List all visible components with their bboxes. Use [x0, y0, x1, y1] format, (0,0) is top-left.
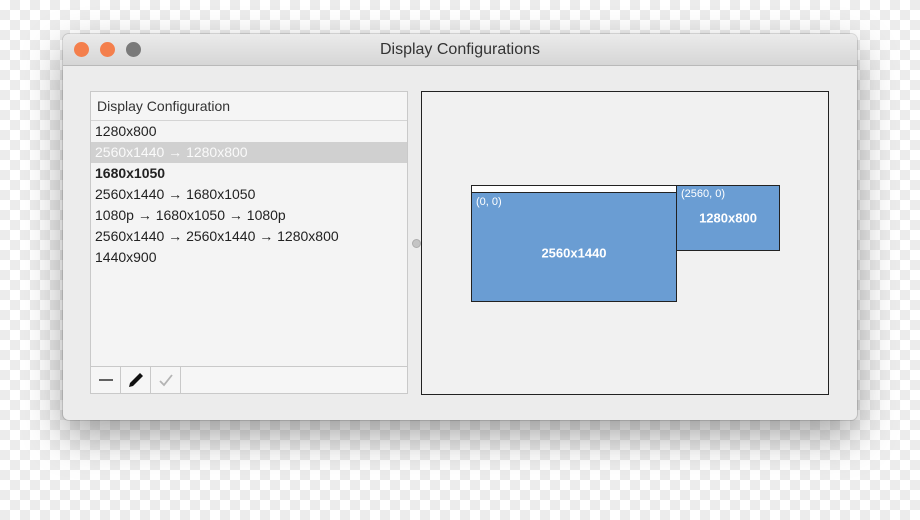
list-item[interactable]: 1440x900 [91, 247, 407, 268]
display-secondary[interactable]: (2560, 0) 1280x800 [676, 185, 780, 251]
menu-bar-indicator[interactable] [472, 186, 676, 193]
list-item[interactable]: 2560x1440 → 2560x1440 → 1280x800 [91, 226, 407, 247]
list-toolbar [91, 366, 407, 393]
display-origin: (2560, 0) [681, 188, 726, 200]
list-item[interactable]: 1280x800 [91, 121, 407, 142]
title-bar[interactable]: Display Configurations [63, 34, 857, 66]
display-origin: (0, 0) [476, 196, 502, 208]
display-configurations-window: Display Configurations Display Configura… [63, 34, 857, 420]
checkmark-icon [158, 374, 173, 387]
window-title: Display Configurations [379, 41, 541, 58]
split-view-divider-handle[interactable] [412, 239, 421, 248]
remove-button[interactable] [91, 367, 121, 393]
list-item[interactable]: 1080p → 1680x1050 → 1080p [91, 205, 407, 226]
list-item[interactable]: 1680x1050 [91, 163, 407, 184]
display-resolution: 1280x800 [699, 210, 757, 226]
configuration-list-panel: Display Configuration 1280x800 2560x1440… [90, 91, 408, 394]
display-main[interactable]: (0, 0) 2560x1440 [471, 185, 677, 302]
edit-button[interactable] [121, 367, 151, 393]
apply-button[interactable] [151, 367, 181, 393]
list-item[interactable]: 2560x1440 → 1680x1050 [91, 184, 407, 205]
list-header[interactable]: Display Configuration [91, 92, 407, 121]
minus-icon [98, 379, 113, 381]
display-resolution: 2560x1440 [541, 245, 607, 261]
pencil-icon [128, 373, 143, 387]
list-item[interactable]: 2560x1440 → 1280x800 [91, 142, 407, 163]
display-arrangement-panel: (0, 0) 2560x1440 (2560, 0) 1280x800 [421, 91, 829, 395]
